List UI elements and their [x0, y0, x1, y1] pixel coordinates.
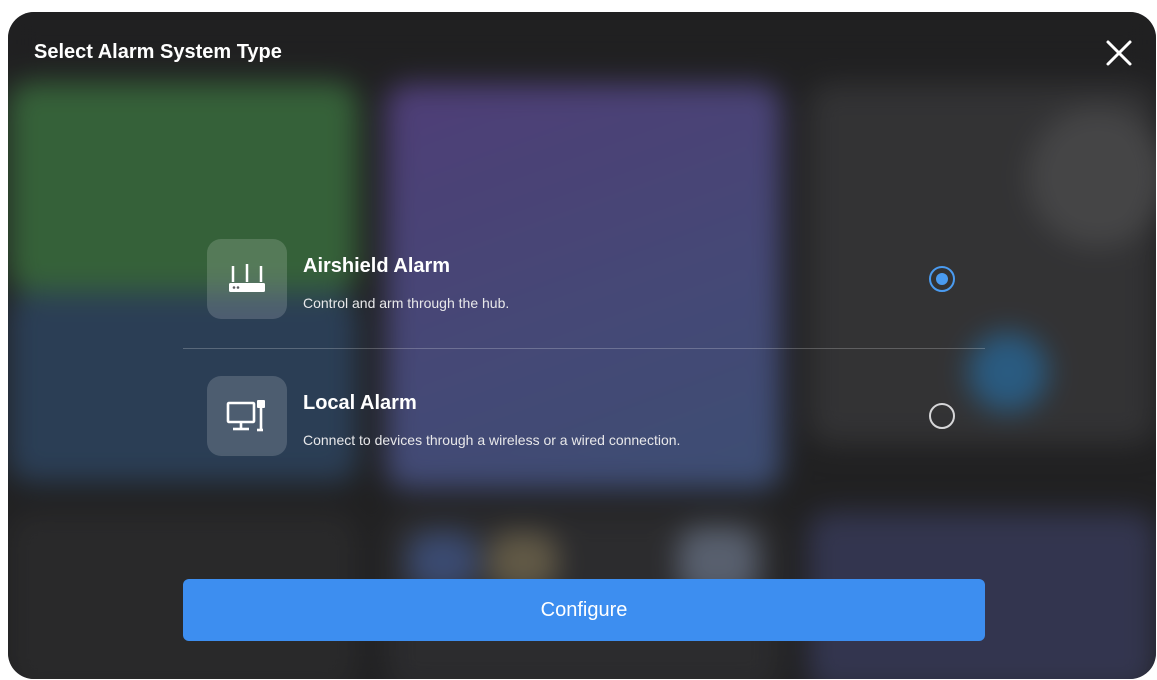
router-icon-tile — [207, 239, 287, 319]
close-button[interactable] — [1102, 36, 1136, 70]
option-description: Connect to devices through a wireless or… — [303, 432, 681, 448]
option-airshield-alarm[interactable]: Airshield Alarm Control and arm through … — [183, 237, 985, 337]
router-icon — [229, 264, 265, 292]
dialog-title: Select Alarm System Type — [34, 41, 282, 63]
configure-button[interactable]: Configure — [183, 579, 985, 641]
radio-button-selected[interactable] — [929, 266, 955, 292]
monitor-connection-icon — [226, 400, 265, 432]
option-local-alarm[interactable]: Local Alarm Connect to devices through a… — [183, 374, 985, 474]
close-icon — [1106, 40, 1132, 66]
monitor-icon-tile — [207, 376, 287, 456]
option-description: Control and arm through the hub. — [303, 295, 510, 311]
radio-button-unselected[interactable] — [929, 403, 955, 429]
option-title: Airshield Alarm — [303, 255, 451, 277]
app-screen: Select Alarm System Type Airshield Alarm… — [8, 12, 1156, 679]
option-title: Local Alarm — [303, 392, 417, 414]
option-divider — [183, 348, 985, 349]
